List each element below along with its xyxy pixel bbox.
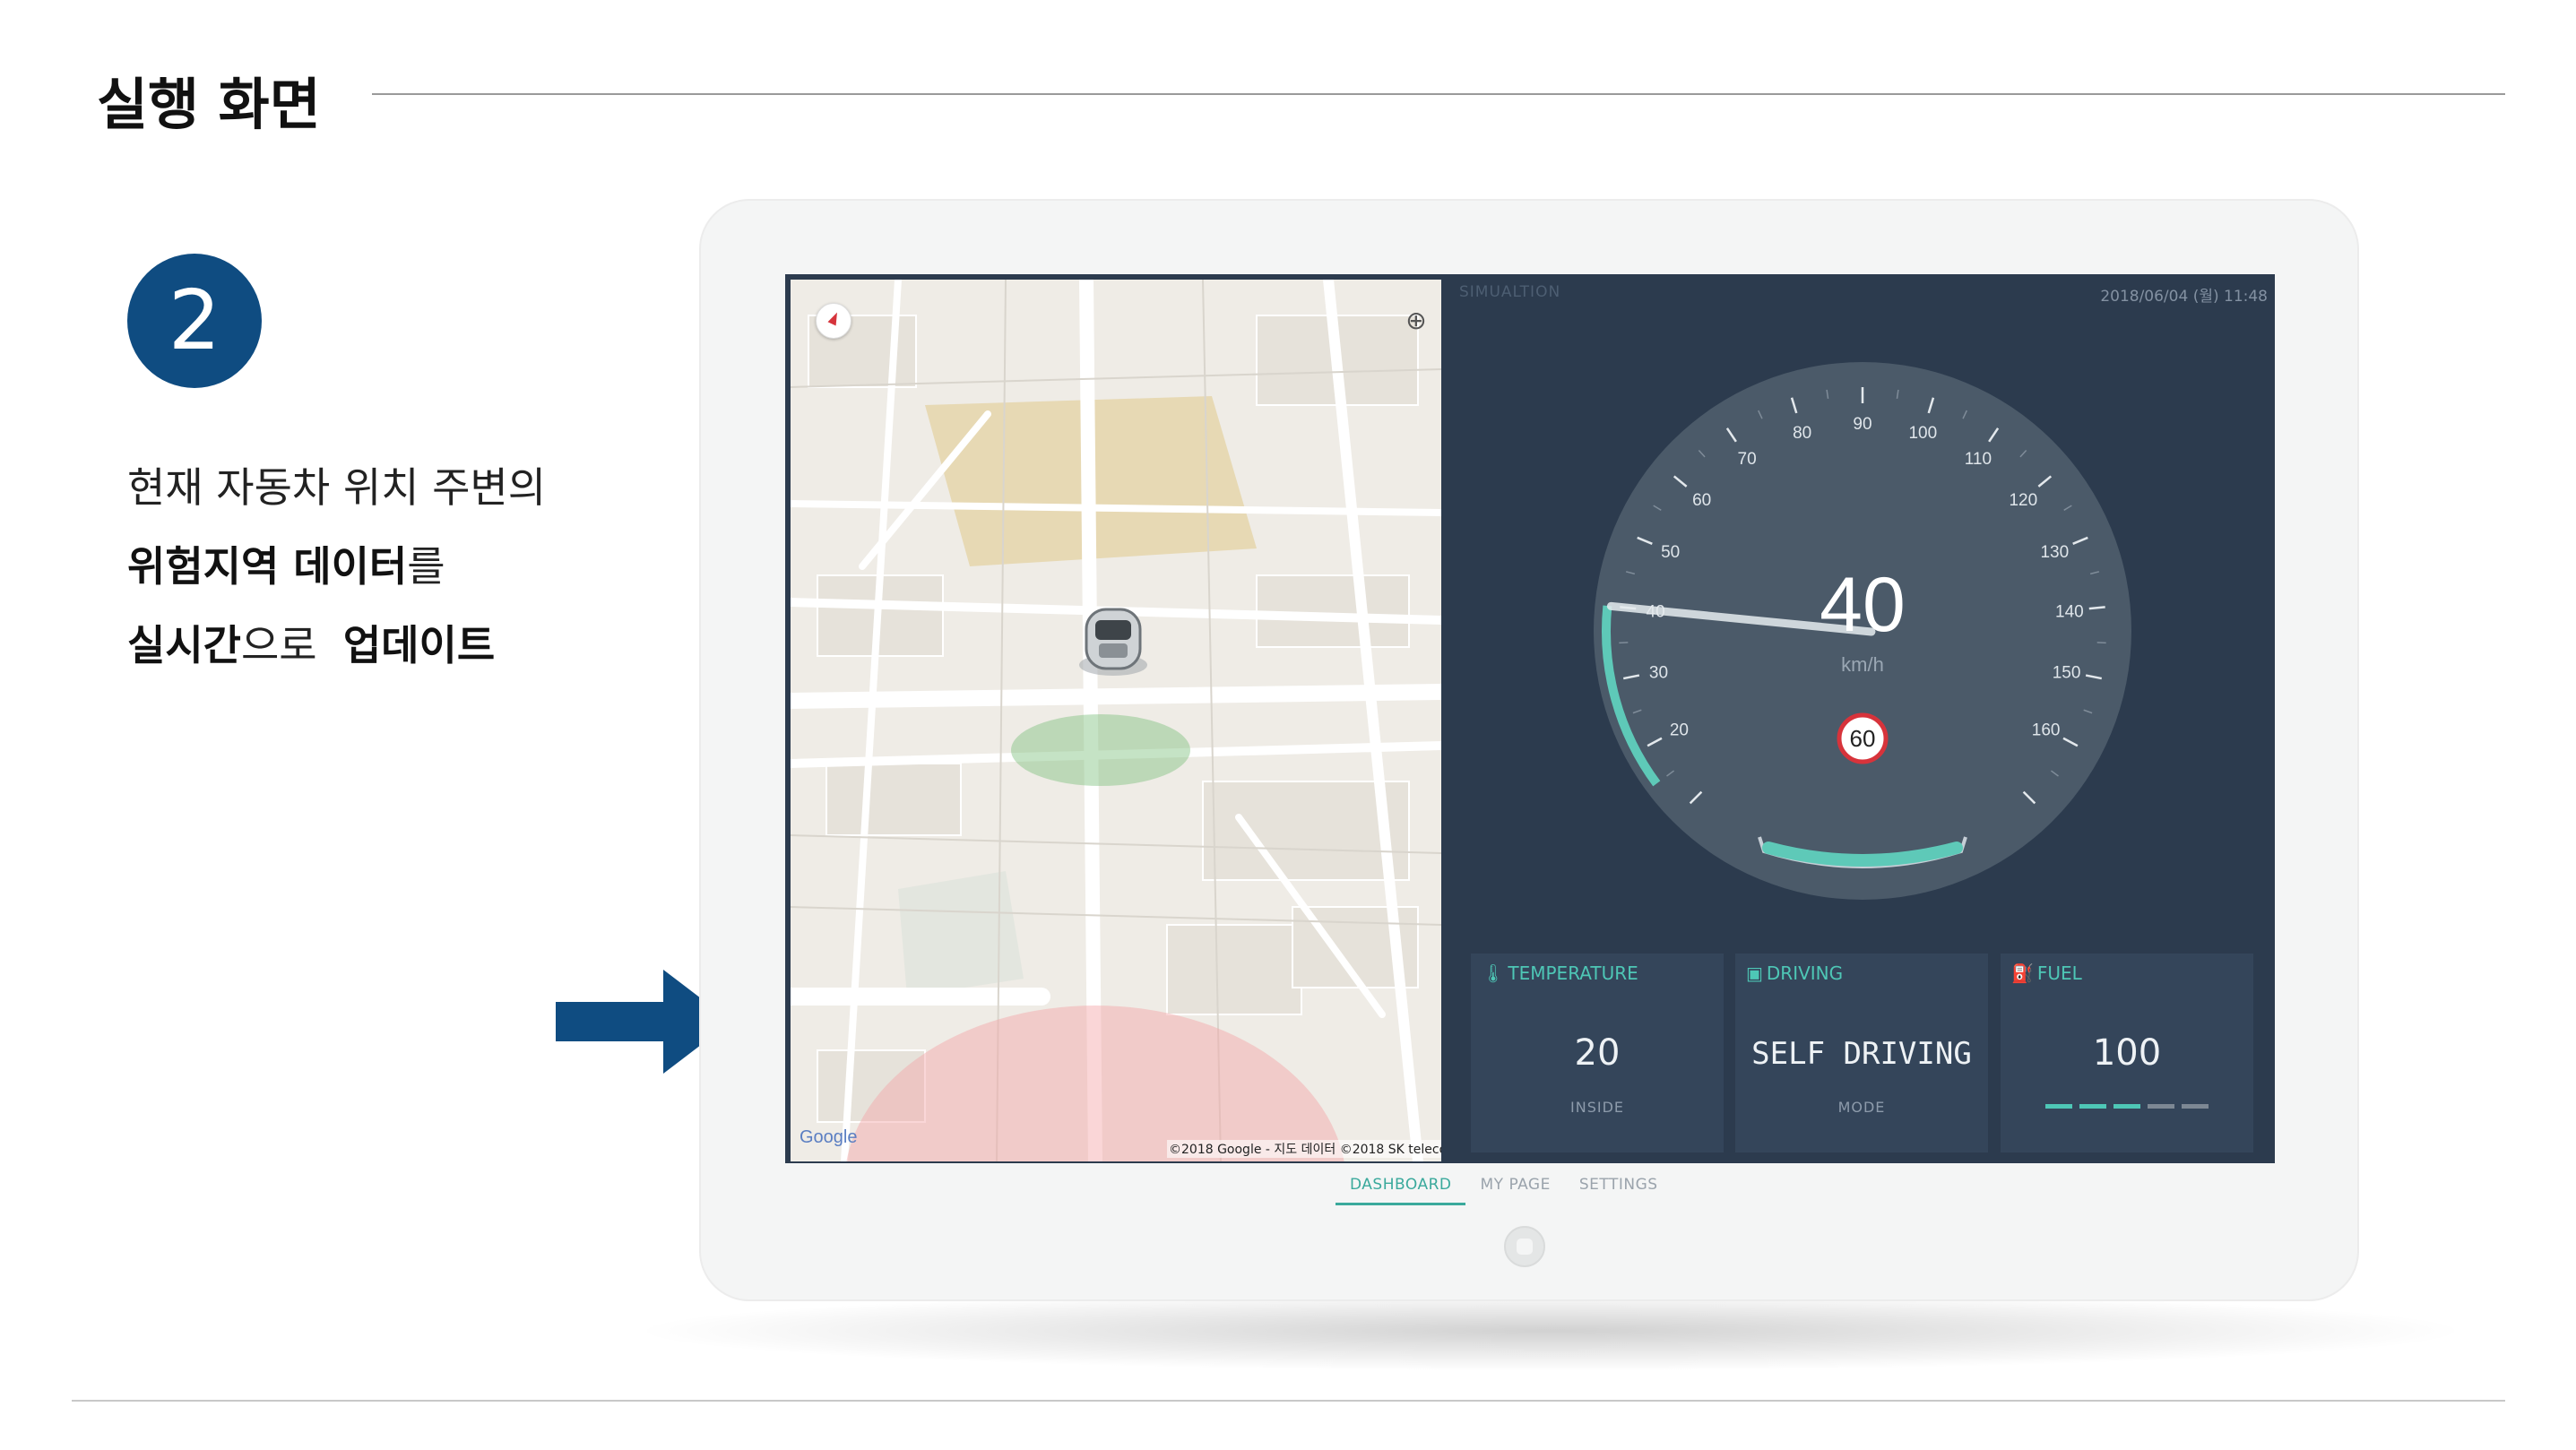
fuel-card[interactable]: ⛽ FUEL 100 [2001,954,2253,1152]
slide-title: 실행 화면 [97,72,321,137]
fuel-header: ⛽ FUEL [2011,962,2082,984]
fuel-segment [2182,1104,2209,1109]
gauge-tick-label: 150 [2053,663,2081,682]
description-line-3: 실시간으로 업데이트 [127,613,495,672]
gauge-tick-label: 20 [1670,721,1689,739]
driving-card[interactable]: ▣ DRIVING SELF DRIVING MODE [1735,954,1988,1152]
description-line-1: 현재 자동차 위치 주변의 [127,455,546,514]
gauge-tick-label: 130 [2040,543,2069,562]
speed-unit: km/h [1841,653,1884,676]
gauge-tick-label: 140 [2055,602,2084,621]
driving-header: ▣ DRIVING [1746,962,1843,984]
app-screen: ⊕ Google ©2018 Google - 지도 데이터 ©2018 SK … [785,274,2275,1163]
gauge-tick [2088,606,2105,610]
gauge-tick-label: 50 [1661,543,1680,562]
fuel-segment [2114,1104,2140,1109]
fuel-segment [2148,1104,2174,1109]
current-speed: 40 [1820,562,1906,648]
driving-sub: MODE [1837,1099,1886,1116]
steering-icon: ▣ [1746,962,1763,984]
step-number-badge: 2 [127,254,262,388]
tablet-shadow [627,1290,2474,1371]
temperature-label: TEMPERATURE [1508,962,1638,984]
gauge-tick-label: 60 [1692,491,1711,510]
description-bold: 위험지역 데이터 [127,542,408,591]
mode-label: SIMUALTION [1459,283,1561,301]
speed-limit-value: 60 [1850,725,1876,752]
gauge-tick-label: 90 [1853,415,1871,434]
driving-label: DRIVING [1766,962,1844,984]
fuel-pump-icon: ⛽ [2011,962,2034,984]
home-button[interactable] [1504,1226,1545,1267]
description-bold: 업데이트 [342,621,496,669]
gauge-tick-label: 70 [1738,450,1757,469]
tab-dashboard[interactable]: DASHBOARD [1336,1172,1466,1205]
gauge-tick-label: 120 [2009,491,2037,510]
tab-mypage[interactable]: MY PAGE [1465,1172,1564,1205]
my-location-icon[interactable]: ⊕ [1400,305,1432,337]
description-text: 으로 [240,621,317,669]
speedometer-gauge: 2030405060708090100110120130140150160 40… [1594,362,2131,900]
fuel-label: FUEL [2036,962,2082,984]
fuel-level-bar [2045,1104,2209,1109]
temperature-header: 🌡 TEMPERATURE [1482,962,1638,984]
compass-icon[interactable] [816,303,851,339]
temperature-sub: INSIDE [1570,1099,1624,1116]
bottom-divider [72,1400,2505,1402]
description-text: 를 [407,542,445,591]
fuel-value: 100 [2092,1032,2162,1074]
gauge-tick-label: 30 [1649,663,1668,682]
description-line-2: 위험지역 데이터를 [127,534,445,593]
tab-settings[interactable]: SETTINGS [1565,1172,1673,1205]
gauge-tick-label: 110 [1965,450,1992,469]
temperature-value: 20 [1574,1032,1621,1074]
map-view[interactable]: ⊕ Google ©2018 Google - 지도 데이터 ©2018 SK … [791,280,1441,1161]
fuel-segment [2079,1104,2106,1109]
google-logo: Google [800,1127,858,1147]
driving-value: SELF DRIVING [1751,1036,1972,1072]
description-bold: 실시간 [127,621,241,669]
description-text: 현재 자동차 위치 주변의 [127,463,547,512]
temperature-card[interactable]: 🌡 TEMPERATURE 20 INSIDE [1471,954,1724,1152]
bottom-nav: DASHBOARD MY PAGE SETTINGS [1336,1172,1673,1205]
map-copyright: ©2018 Google - 지도 데이터 ©2018 SK telecom [1167,1140,1441,1158]
gauge-tick-label: 100 [1908,424,1937,443]
thermometer-icon: 🌡 [1482,962,1505,984]
map-canvas [791,280,1441,1161]
fuel-segment [2045,1104,2072,1109]
datetime: 2018/06/04 (월) 11:48 [2100,288,2268,306]
gauge-tick-label: 80 [1793,424,1811,443]
gauge-tick-label: 160 [2032,721,2061,739]
slide: 실행 화면 2 현재 자동차 위치 주변의 위험지역 데이터를 실시간으로 업데… [0,0,2576,1450]
title-divider [372,93,2505,95]
